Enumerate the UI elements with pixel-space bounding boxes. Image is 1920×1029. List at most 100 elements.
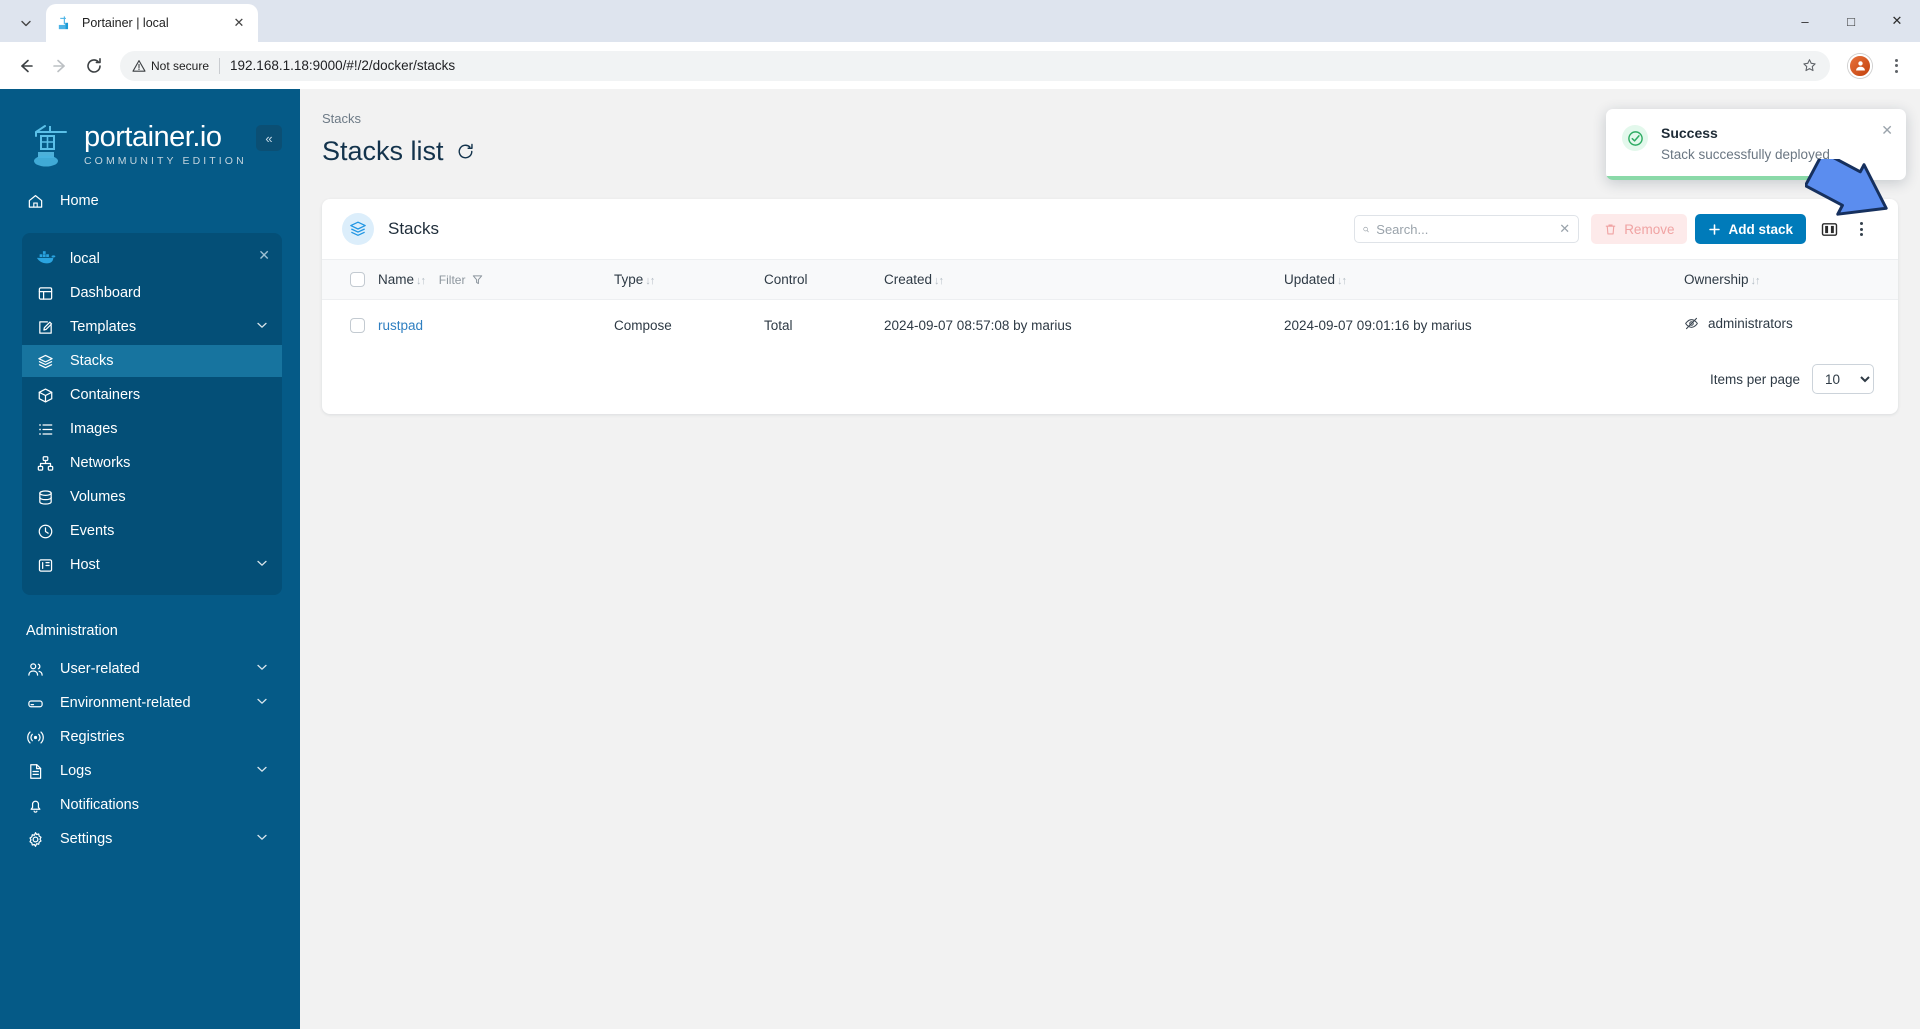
add-stack-button-label: Add stack [1728,221,1793,237]
arrow-right-icon [53,59,65,72]
search-box[interactable]: ✕ [1354,215,1580,243]
sidebar-item-host[interactable]: Host [22,549,282,581]
admin-nav-list: User-related Environment-related Registr… [0,653,300,855]
environment-close-button[interactable]: ✕ [258,247,270,264]
chevron-down-icon[interactable] [256,661,268,677]
browser-tab[interactable]: Portainer | local ✕ [46,4,258,42]
chevron-down-icon[interactable] [256,763,268,779]
sort-indicator[interactable]: ↓↑ [645,275,655,287]
funnel-icon[interactable] [472,274,483,285]
sidebar-item-user-related[interactable]: User-related [0,653,282,685]
sidebar-item-volumes[interactable]: Volumes [22,481,282,513]
column-label: Control [764,272,808,287]
column-label: Created [884,272,933,287]
sidebar-item-registries[interactable]: Registries [0,721,282,753]
reload-button[interactable] [78,50,110,82]
home-icon [26,192,44,210]
sidebar-item-label: Host [70,557,100,573]
reload-icon [87,57,101,73]
sort-indicator[interactable]: ↓↑ [934,275,944,287]
sidebar-item-images[interactable]: Images [22,413,282,445]
chevron-down-icon[interactable] [256,319,268,335]
sort-indicator[interactable]: ↓↑ [1751,275,1761,287]
column-header-ownership[interactable]: Ownership ↓↑ [1684,260,1898,300]
sort-indicator[interactable]: ↓↑ [416,275,426,287]
url-text: 192.168.1.18:9000/#!/2/docker/stacks [230,58,456,73]
stack-name-link[interactable]: rustpad [378,318,423,333]
browser-menu-button[interactable] [1882,52,1910,80]
table-body: rustpad Compose Total 2024-09-07 08:57:0… [322,300,1898,351]
card-header: Stacks ✕ Remove [322,199,1898,259]
column-header-type[interactable]: Type ↓↑ [614,260,764,300]
refresh-icon[interactable] [456,142,475,161]
sidebar-item-templates[interactable]: Templates [22,311,282,343]
table-row[interactable]: rustpad Compose Total 2024-09-07 08:57:0… [322,300,1898,351]
back-button[interactable] [10,50,42,82]
sidebar-item-events[interactable]: Events [22,515,282,547]
portainer-favicon [58,15,69,29]
events-clock-icon [38,524,52,538]
forward-button[interactable] [44,50,76,82]
app-root: portainer.io COMMUNITY EDITION « Home lo… [0,89,1920,1029]
star-icon [1802,59,1816,72]
bookmark-button[interactable] [1796,53,1822,79]
security-label: Not secure [151,58,210,73]
sidebar-item-label: Images [70,421,118,437]
column-layout-icon[interactable] [1816,216,1842,242]
search-clear-button[interactable]: ✕ [1559,221,1570,237]
window-close-button[interactable]: ✕ [1874,0,1920,42]
environment-nav-list: Dashboard Templates Stacks Containers Im… [22,277,282,581]
window-minimize-button[interactable]: – [1782,0,1828,42]
chevron-down-icon[interactable] [256,831,268,847]
row-checkbox[interactable] [350,317,365,333]
card-more-menu-button[interactable] [1848,216,1874,242]
name-filter-button[interactable]: Filter [439,273,466,287]
items-per-page-label: Items per page [1709,371,1800,387]
kebab-dot [1894,64,1898,67]
environment-icon [26,694,44,712]
sort-indicator[interactable]: ↓↑ [1337,275,1347,287]
sidebar-item-dashboard[interactable]: Dashboard [22,277,282,309]
sidebar-item-logs[interactable]: Logs [0,755,282,787]
search-input[interactable] [1376,221,1553,237]
table-head: Name ↓↑ Filter Type ↓↑ Control Created ↓… [322,259,1898,300]
kebab-dot [1859,222,1863,225]
sidebar-item-label: Environment-related [60,695,191,711]
security-indicator[interactable]: Not secure [132,59,209,73]
page-title: Stacks list [322,136,444,166]
sidebar-item-notifications[interactable]: Notifications [0,789,282,821]
sidebar-logo[interactable]: portainer.io COMMUNITY EDITION « [0,89,300,175]
column-header-updated[interactable]: Updated ↓↑ [1284,260,1684,300]
plus-icon [1709,223,1721,235]
sidebar: portainer.io COMMUNITY EDITION « Home lo… [0,89,300,1029]
tab-search-dropdown-button[interactable] [6,7,46,39]
environment-header[interactable]: local ✕ [22,243,282,275]
docker-whale-icon [36,249,56,269]
chevron-down-icon[interactable] [256,695,268,711]
address-bar[interactable]: Not secure 192.168.1.18:9000/#!/2/docker… [120,50,1830,81]
sidebar-logo-text: portainer.io COMMUNITY EDITION [84,123,247,168]
browser-toolbar: Not secure 192.168.1.18:9000/#!/2/docker… [0,42,1920,89]
tab-close-button[interactable]: ✕ [230,14,248,32]
dashboard-icon [36,284,54,302]
sidebar-item-networks[interactable]: Networks [22,447,282,479]
sidebar-item-containers[interactable]: Containers [22,379,282,411]
sidebar-item-home[interactable]: Home [0,185,282,217]
remove-button[interactable]: Remove [1591,214,1688,244]
window-maximize-button[interactable]: □ [1828,0,1874,42]
sidebar-item-stacks[interactable]: Stacks [22,345,282,377]
select-all-checkbox[interactable] [350,272,365,287]
add-stack-button[interactable]: Add stack [1695,214,1806,244]
column-header-created[interactable]: Created ↓↑ [884,260,1284,300]
chevron-down-icon[interactable] [256,557,268,573]
items-per-page-select[interactable]: 102550100 [1812,364,1874,394]
column-header-name[interactable]: Name ↓↑ Filter [378,260,614,300]
volumes-database-icon [38,489,52,505]
sidebar-item-settings[interactable]: Settings [0,823,282,855]
toast-close-button[interactable]: ✕ [1881,122,1893,139]
profile-avatar[interactable] [1848,53,1872,78]
toast-message: Stack successfully deployed [1661,147,1830,162]
sidebar-item-environment-related[interactable]: Environment-related [0,687,282,719]
sidebar-collapse-button[interactable]: « [256,125,282,151]
networks-icon [36,454,54,472]
